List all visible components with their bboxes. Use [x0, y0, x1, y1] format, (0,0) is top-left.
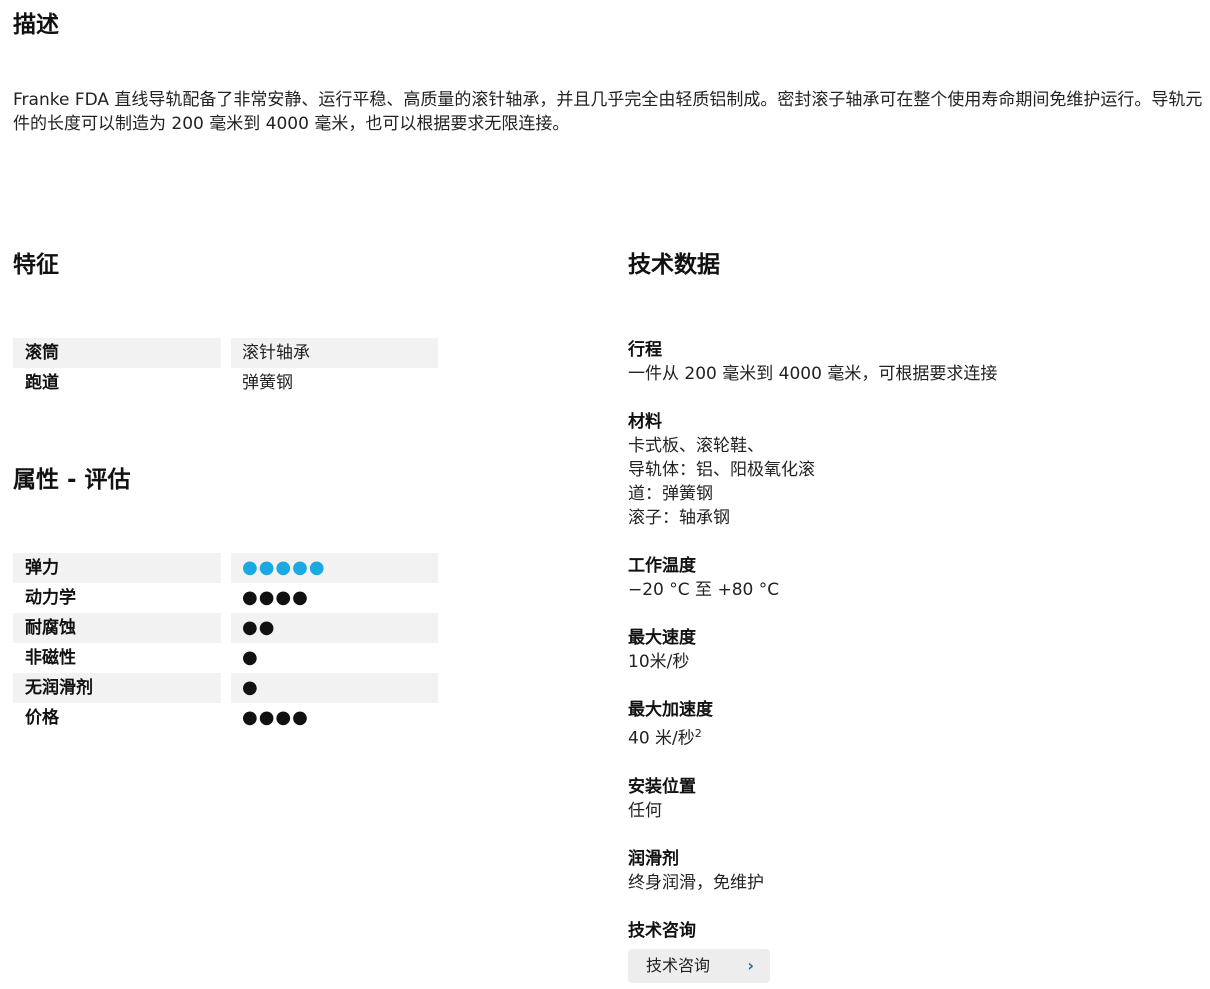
tech-item-stroke: 行程 一件从 200 毫米到 4000 毫米，可根据要求连接: [628, 338, 1198, 386]
accel-superscript: 2: [694, 727, 702, 740]
chevron-right-icon: ›: [747, 955, 754, 975]
feature-label: 跑道: [25, 373, 59, 393]
table-row: 非磁性 ●: [13, 643, 438, 673]
rating-label: 非磁性: [25, 648, 76, 668]
description-heading: 描述: [13, 12, 59, 38]
ratings-heading: 属性 - 评估: [13, 467, 131, 493]
feature-value: 滚针轴承: [231, 338, 438, 368]
tech-label: 润滑剂: [628, 848, 679, 869]
tech-label: 技术咨询: [628, 920, 696, 941]
features-table: 滚筒 滚针轴承 跑道 弹簧钢: [13, 338, 438, 398]
material-line: 滚子：轴承钢: [628, 508, 730, 528]
tech-label: 工作温度: [628, 556, 696, 576]
rating-label: 弹力: [13, 553, 221, 583]
features-heading: 特征: [13, 252, 59, 278]
table-row: 动力学 ●●●●: [13, 583, 438, 613]
tech-item-temperature: 工作温度 −20 °C 至 +80 °C: [628, 554, 1198, 602]
tech-value: 任何: [628, 800, 662, 821]
table-row: 无润滑剂 ●: [13, 673, 438, 703]
rating-dots: ●: [242, 647, 259, 668]
tech-item-max-acceleration: 最大加速度 40 米/秒2: [628, 698, 1198, 751]
material-line: 导轨体：铝、阳极氧化滚: [628, 460, 815, 480]
rating-label: 动力学: [25, 588, 76, 608]
rating-label: 耐腐蚀: [13, 613, 221, 643]
tech-data-list: 行程 一件从 200 毫米到 4000 毫米，可根据要求连接 材料 卡式板、滚轮…: [628, 338, 1198, 983]
tech-label: 最大加速度: [628, 700, 713, 720]
tech-label: 材料: [628, 412, 662, 432]
feature-value: 弹簧钢: [242, 373, 293, 393]
accel-value: 40 米/秒: [628, 728, 695, 749]
tech-item-mounting: 安装位置 任何: [628, 775, 1198, 823]
rating-dots: ●●●●●: [242, 557, 326, 578]
tech-item-max-speed: 最大速度 10米/秒: [628, 626, 1198, 674]
table-row: 价格 ●●●●: [13, 703, 438, 733]
material-line: 卡式板、滚轮鞋、: [628, 436, 764, 456]
tech-value: 10米/秒: [628, 652, 690, 672]
tech-value: 终身润滑，免维护: [628, 872, 764, 893]
tech-value: 一件从 200 毫米到 4000 毫米，可根据要求连接: [628, 364, 998, 384]
tech-item-material: 材料 卡式板、滚轮鞋、 导轨体：铝、阳极氧化滚 道：弹簧钢 滚子：轴承钢: [628, 410, 1198, 530]
material-line: 道：弹簧钢: [628, 484, 713, 504]
rating-label: 价格: [25, 708, 59, 728]
rating-dots: ●●●●: [242, 587, 309, 608]
tech-item-lubricant: 润滑剂 终身润滑，免维护: [628, 847, 1198, 895]
tech-value: 卡式板、滚轮鞋、 导轨体：铝、阳极氧化滚 道：弹簧钢 滚子：轴承钢: [628, 434, 1198, 530]
tech-value: −20 °C 至 +80 °C: [628, 580, 780, 600]
feature-label: 滚筒: [13, 338, 221, 368]
table-row: 弹力 ●●●●●: [13, 553, 438, 583]
ratings-table: 弹力 ●●●●● 动力学 ●●●● 耐腐蚀 ●● 非磁性 ● 无润滑剂 ● 价格…: [13, 553, 438, 733]
table-row: 跑道 弹簧钢: [13, 368, 438, 398]
tech-data-heading: 技术数据: [628, 252, 720, 278]
tech-label: 最大速度: [628, 628, 696, 648]
tech-label: 安装位置: [628, 776, 696, 797]
consult-button-label: 技术咨询: [646, 955, 711, 975]
rating-label: 无润滑剂: [13, 673, 221, 703]
description-text: Franke FDA 直线导轨配备了非常安静、运行平稳、高质量的滚针轴承，并且几…: [13, 90, 1203, 134]
rating-dots: ●●: [242, 617, 276, 638]
table-row: 耐腐蚀 ●●: [13, 613, 438, 643]
tech-label: 行程: [628, 340, 662, 360]
table-row: 滚筒 滚针轴承: [13, 338, 438, 368]
tech-item-consultation: 技术咨询 技术咨询 ›: [628, 919, 1198, 983]
rating-dots: ●●●●: [242, 707, 309, 728]
tech-consultation-button[interactable]: 技术咨询 ›: [628, 948, 770, 983]
rating-dots: ●: [242, 677, 259, 698]
tech-value: 40 米/秒2: [628, 722, 1198, 751]
